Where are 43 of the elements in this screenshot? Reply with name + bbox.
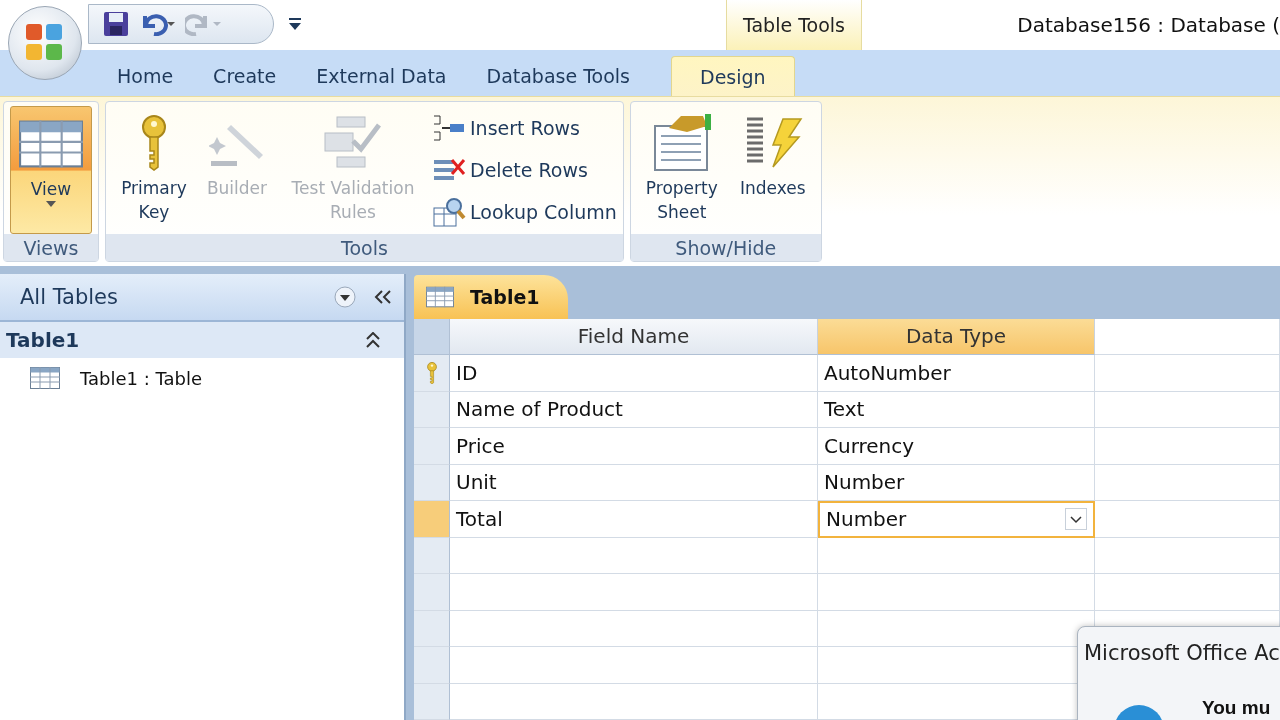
button-label: Test Validation Rules — [290, 177, 416, 224]
dialog-title: Microsoft Office Ac — [1084, 641, 1280, 665]
column-header[interactable]: Data Type — [818, 318, 1095, 355]
column-header[interactable]: Field Name — [450, 318, 818, 355]
nav-pane-header[interactable]: All Tables — [0, 274, 404, 322]
field-name-cell[interactable]: Total — [450, 501, 818, 538]
nav-group-title: Table1 — [6, 328, 81, 352]
group-label: Show/Hide — [630, 234, 821, 261]
group-label: Views — [4, 234, 98, 261]
ribbon-button[interactable]: Property Sheet — [636, 106, 727, 234]
ribbon-tab[interactable]: External Data — [297, 56, 466, 96]
ribbon-tab[interactable]: Home — [98, 56, 193, 96]
ribbon-button[interactable]: Primary Key — [112, 106, 196, 234]
field-name-cell[interactable]: Price — [450, 428, 818, 465]
button-label: Property Sheet — [644, 177, 719, 224]
ribbon-button[interactable]: Indexes — [730, 106, 815, 234]
data-type-cell[interactable]: Number — [818, 464, 1095, 501]
ribbon-button[interactable]: Lookup Column — [432, 194, 617, 230]
button-label: View — [30, 178, 72, 201]
nav-pane-title: All Tables — [20, 285, 119, 309]
ribbon-tab[interactable]: Database Tools — [467, 56, 649, 96]
field-name-cell[interactable]: Name of Product — [450, 391, 818, 428]
ribbon-button[interactable]: Insert Rows — [432, 110, 617, 146]
ribbon-button[interactable]: Delete Rows — [432, 152, 617, 188]
data-type-cell[interactable]: Currency — [818, 428, 1095, 465]
nav-item[interactable]: Table1 : Table — [80, 367, 203, 389]
button-label: Builder — [206, 177, 268, 200]
button-label: Indexes — [740, 177, 806, 200]
field-name-cell[interactable]: ID — [450, 355, 818, 392]
ribbon-tab[interactable]: Create — [194, 56, 296, 96]
dialog-message: You mu — [1202, 697, 1271, 719]
field-name-cell[interactable]: Unit — [450, 464, 818, 501]
contextual-tab-label: Table Tools — [726, 0, 862, 50]
data-type-dropdown[interactable]: Number — [818, 501, 1095, 538]
button-label: Primary Key — [120, 177, 188, 224]
group-label: Tools — [106, 234, 623, 261]
ribbon-button[interactable]: View — [10, 106, 92, 234]
data-type-cell[interactable]: Text — [818, 391, 1095, 428]
document-tab[interactable]: Table1 — [414, 274, 568, 319]
window-title: Database156 : Database ( — [1017, 12, 1280, 39]
nav-group-header[interactable]: Table1 — [0, 322, 404, 358]
data-type-cell[interactable]: AutoNumber — [818, 355, 1095, 392]
ribbon-tab[interactable]: Design — [671, 56, 795, 96]
